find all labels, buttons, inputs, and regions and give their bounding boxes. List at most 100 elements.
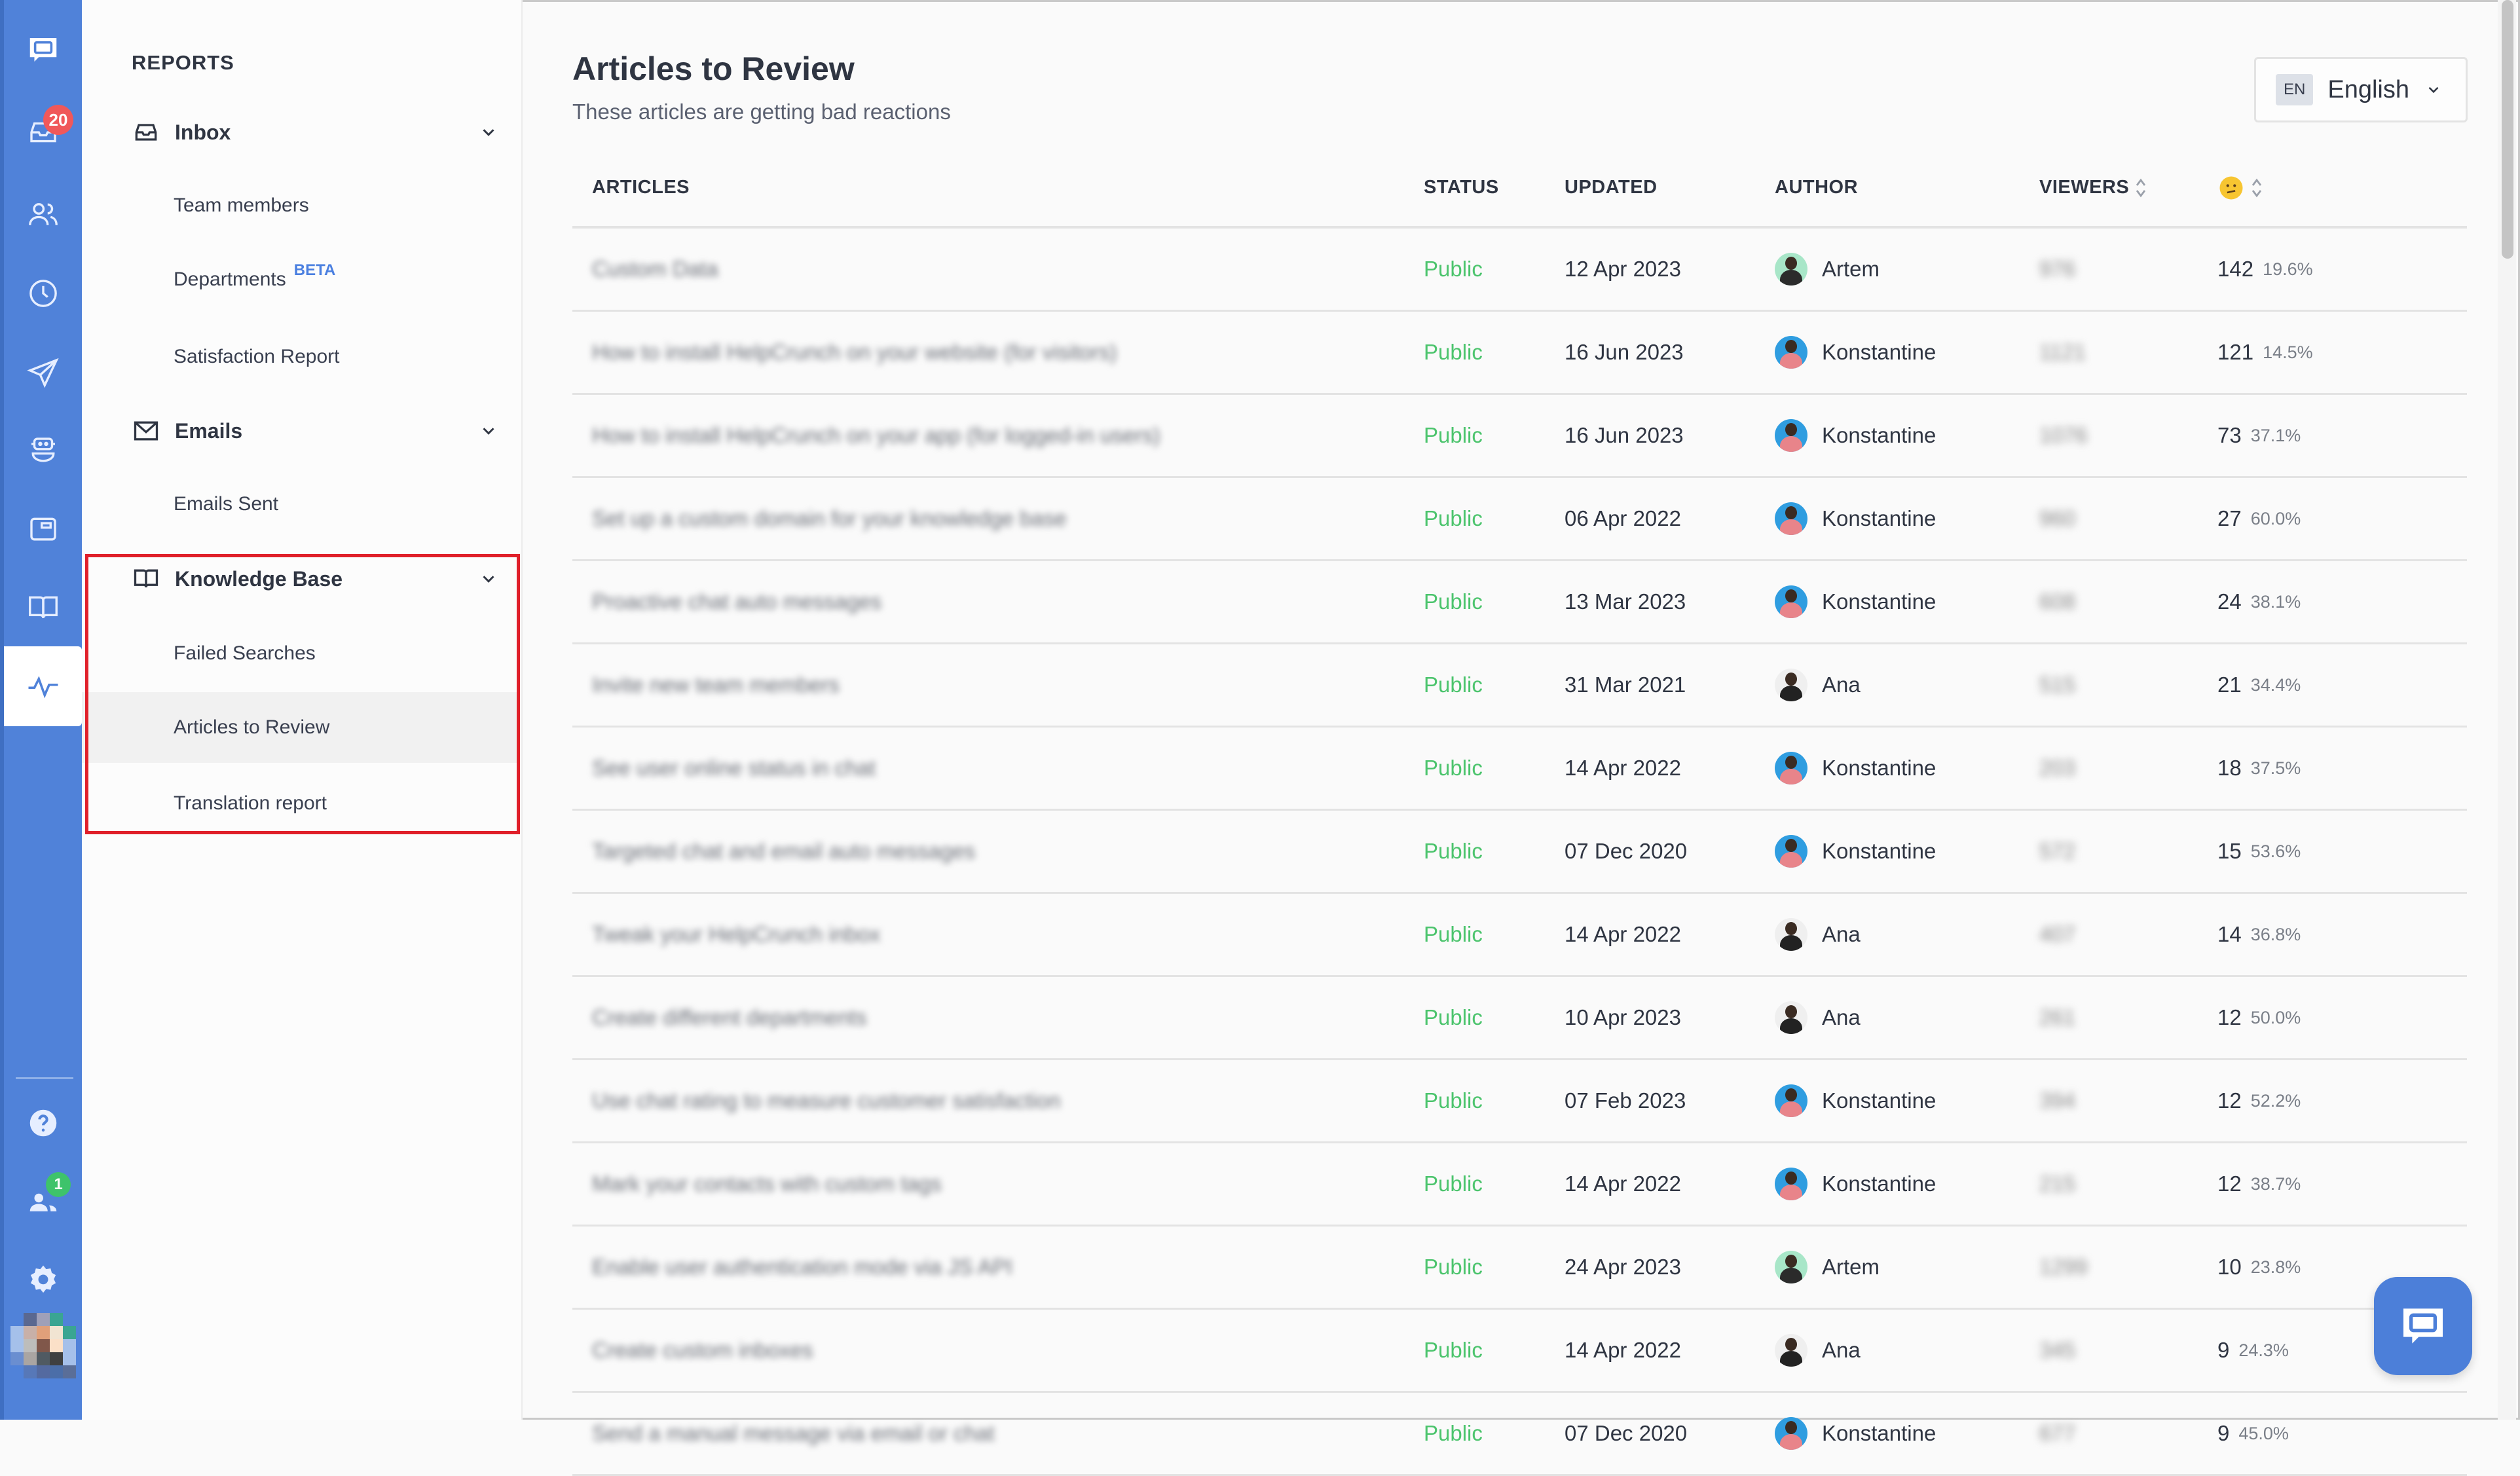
reaction-stats: 21 34.4% [2217, 644, 2301, 726]
table-row[interactable]: Create different departments Public 10 A… [572, 977, 2467, 1060]
table-row[interactable]: Targeted chat and email auto messages Pu… [572, 811, 2467, 894]
table-row[interactable]: Set up a custom domain for your knowledg… [572, 478, 2467, 561]
column-header-reaction[interactable] [2217, 149, 2263, 226]
table-row[interactable]: Mark your contacts with custom tags Publ… [572, 1143, 2467, 1227]
nav-help[interactable] [4, 1090, 82, 1156]
updated-date: 24 Apr 2023 [1565, 1255, 1681, 1279]
table-row[interactable]: Custom Data Public 12 Apr 2023 Artem 976… [572, 229, 2467, 312]
reaction-count: 142 [2217, 257, 2254, 281]
chat-widget-button[interactable] [2374, 1277, 2472, 1375]
sidebar-item-translation-report[interactable]: Translation report [82, 768, 517, 839]
table-row[interactable]: Use chat rating to measure customer sati… [572, 1060, 2467, 1143]
sidebar-item-team-members[interactable]: Team members [82, 170, 517, 241]
table-row[interactable]: See user online status in chat Public 14… [572, 728, 2467, 811]
sidebar-group-knowledge-base[interactable]: Knowledge Base [132, 559, 498, 599]
article-title[interactable]: Custom Data [592, 229, 718, 310]
sidebar-item-satisfaction-report[interactable]: Satisfaction Report [82, 322, 517, 392]
sidebar-group-label: Emails [175, 418, 243, 443]
author-avatar [1775, 669, 1807, 701]
settings-gear-icon [30, 1265, 56, 1293]
sort-icon[interactable] [2134, 177, 2147, 198]
user-avatar[interactable] [10, 1313, 77, 1378]
reaction-stats: 142 19.6% [2217, 229, 2313, 310]
updated-date: 13 Mar 2023 [1565, 589, 1686, 614]
table-row[interactable]: Tweak your HelpCrunch inbox Public 14 Ap… [572, 894, 2467, 977]
article-title[interactable]: Send a manual message via email or chat [592, 1393, 995, 1474]
author-name: Konstantine [1822, 1421, 1936, 1445]
article-title[interactable]: Set up a custom domain for your knowledg… [592, 478, 1067, 559]
author-avatar [1775, 253, 1807, 286]
article-title[interactable]: How to install HelpCrunch on your websit… [592, 312, 1117, 393]
article-title[interactable]: Create different departments [592, 977, 866, 1058]
article-title[interactable]: How to install HelpCrunch on your app (f… [592, 395, 1160, 476]
table-row[interactable]: Enable user authentication mode via JS A… [572, 1227, 2467, 1310]
reaction-count: 27 [2217, 506, 2242, 530]
reaction-percent: 52.2% [2250, 1090, 2301, 1111]
chevron-down-icon[interactable] [479, 421, 498, 441]
chevron-down-icon[interactable] [479, 122, 498, 142]
article-title[interactable]: Mark your contacts with custom tags [592, 1143, 942, 1225]
status-badge: Public [1424, 340, 1483, 364]
article-title[interactable]: Use chat rating to measure customer sati… [592, 1060, 1060, 1141]
updated-date: 10 Apr 2023 [1565, 1005, 1681, 1029]
column-header-viewers[interactable]: VIEWERS [2039, 149, 2147, 226]
article-title[interactable]: Proactive chat auto messages [592, 561, 881, 642]
updated-date: 12 Apr 2023 [1565, 257, 1681, 281]
reaction-count: 24 [2217, 589, 2242, 614]
table-row[interactable]: How to install HelpCrunch on your websit… [572, 312, 2467, 395]
nav-contacts[interactable] [4, 182, 82, 248]
sidebar-item-failed-searches[interactable]: Failed Searches [82, 618, 517, 689]
article-title[interactable]: Invite new team members [592, 644, 840, 726]
article-title[interactable]: See user online status in chat [592, 728, 876, 809]
nav-history[interactable] [4, 261, 82, 326]
reaction-percent: 34.4% [2250, 674, 2301, 695]
author-avatar [1775, 419, 1807, 452]
table-row[interactable]: Invite new team members Public 31 Mar 20… [572, 644, 2467, 728]
chevron-down-icon [2428, 86, 2439, 94]
author-avatar [1775, 1084, 1807, 1117]
nav-settings[interactable] [4, 1247, 82, 1313]
article-title[interactable]: Targeted chat and email auto messages [592, 811, 975, 892]
author-name: Konstantine [1822, 506, 1936, 530]
nav-knowledge-base[interactable] [4, 575, 82, 640]
chevron-down-icon[interactable] [479, 569, 498, 589]
reaction-count: 14 [2217, 922, 2242, 946]
table-row[interactable]: How to install HelpCrunch on your app (f… [572, 395, 2467, 478]
reaction-percent: 14.5% [2263, 342, 2313, 362]
nav-campaigns[interactable] [4, 339, 82, 405]
scrollbar-thumb[interactable] [2502, 0, 2513, 259]
sidebar-item-departments[interactable]: Departments BETA [82, 244, 517, 315]
nav-widget[interactable] [4, 496, 82, 562]
article-title[interactable]: Create custom inboxes [592, 1310, 813, 1391]
table-row[interactable]: Create custom inboxes Public 14 Apr 2022… [572, 1310, 2467, 1393]
viewers-count: 215 [2039, 1172, 2076, 1196]
nav-bots[interactable] [4, 418, 82, 483]
author: Ana [1775, 1310, 1861, 1391]
sidebar-item-articles-to-review[interactable]: Articles to Review [82, 692, 517, 763]
article-title[interactable]: Tweak your HelpCrunch inbox [592, 894, 880, 975]
reaction-count: 15 [2217, 839, 2242, 863]
nav-reports[interactable] [4, 646, 82, 726]
reaction-stats: 9 45.0% [2217, 1393, 2289, 1474]
logo-button[interactable] [4, 17, 82, 83]
widget-icon [29, 517, 56, 541]
updated-date: 07 Dec 2020 [1565, 839, 1688, 863]
reaction-stats: 12 38.7% [2217, 1143, 2301, 1225]
author-name: Konstantine [1822, 1088, 1936, 1113]
table-row[interactable]: Send a manual message via email or chat … [572, 1393, 2467, 1476]
reaction-stats: 9 24.3% [2217, 1310, 2289, 1391]
updated-date: 07 Dec 2020 [1565, 1421, 1688, 1445]
table-row[interactable]: Proactive chat auto messages Public 13 M… [572, 561, 2467, 644]
sidebar-group-emails[interactable]: Emails [132, 411, 498, 451]
language-select[interactable]: EN English [2254, 57, 2468, 122]
nav-team[interactable] [4, 1168, 82, 1234]
language-name: English [2327, 75, 2409, 103]
beta-badge: BETA [293, 261, 336, 279]
reaction-percent: 38.1% [2250, 591, 2301, 612]
updated-date: 14 Apr 2022 [1565, 1172, 1681, 1196]
sidebar-group-inbox[interactable]: Inbox [132, 113, 498, 152]
nav-inbox[interactable] [4, 100, 82, 165]
sort-icon[interactable] [2250, 177, 2263, 198]
article-title[interactable]: Enable user authentication mode via JS A… [592, 1227, 1012, 1308]
sidebar-item-emails-sent[interactable]: Emails Sent [82, 469, 517, 540]
